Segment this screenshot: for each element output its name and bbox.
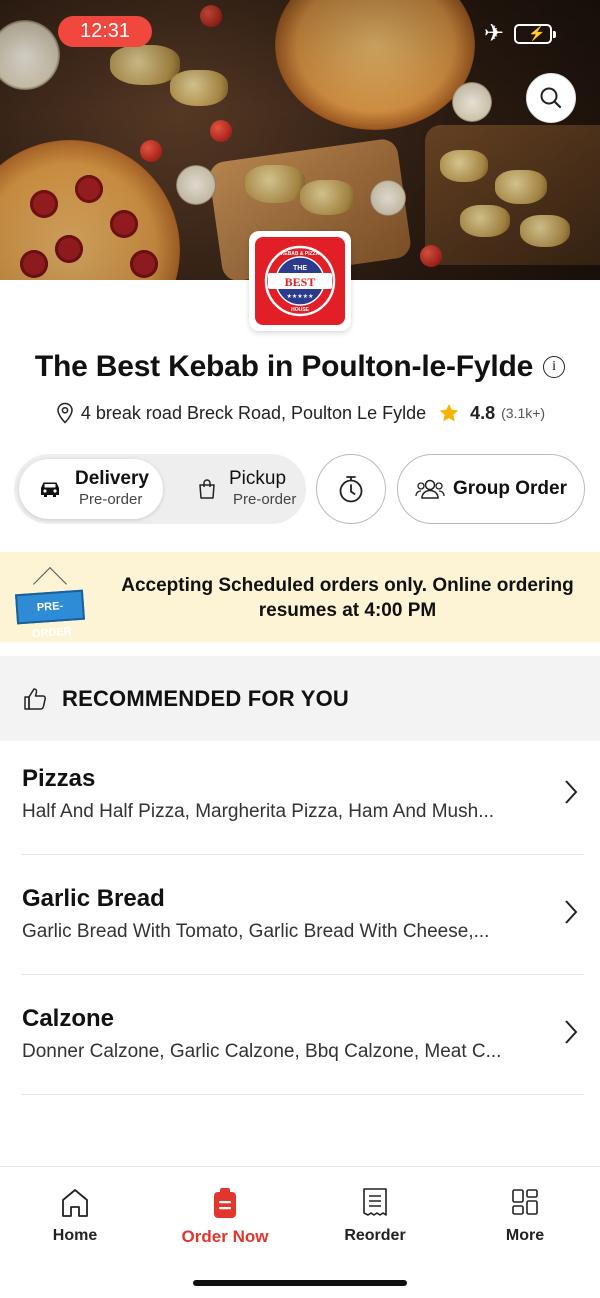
category-items: Donner Calzone, Garlic Calzone, Bbq Calz… bbox=[22, 1041, 502, 1062]
nav-home[interactable]: Home bbox=[0, 1187, 150, 1245]
nav-reorder[interactable]: Reorder bbox=[300, 1187, 450, 1245]
order-bag-icon bbox=[214, 1188, 236, 1218]
battery-icon: ⚡ bbox=[514, 24, 556, 44]
order-mode-toggle: Delivery Pre-order Pickup Pre-order bbox=[14, 454, 306, 524]
logo-emblem: THE BEST KEBAB & PIZZA HOUSE ★★★★★ bbox=[264, 245, 336, 317]
thumbs-up-icon bbox=[24, 687, 46, 710]
category-row[interactable]: Pizzas Half And Half Pizza, Margherita P… bbox=[22, 735, 584, 855]
category-name: Pizzas bbox=[22, 765, 96, 792]
svg-text:HOUSE: HOUSE bbox=[291, 307, 309, 313]
category-row[interactable]: Calzone Donner Calzone, Garlic Calzone, … bbox=[22, 975, 584, 1095]
bag-icon bbox=[199, 479, 215, 499]
search-icon bbox=[540, 87, 562, 109]
delivery-label: Delivery bbox=[75, 468, 149, 489]
receipt-icon bbox=[363, 1188, 387, 1216]
category-name: Garlic Bread bbox=[22, 885, 165, 912]
category-row[interactable]: Garlic Bread Garlic Bread With Tomato, G… bbox=[22, 855, 584, 975]
category-items: Garlic Bread With Tomato, Garlic Bread W… bbox=[22, 921, 490, 942]
info-icon[interactable]: i bbox=[543, 356, 566, 378]
category-items: Half And Half Pizza, Margherita Pizza, H… bbox=[22, 801, 495, 822]
nav-order-now[interactable]: Order Now bbox=[150, 1187, 300, 1247]
recommended-title: RECOMMENDED FOR YOU bbox=[62, 685, 349, 711]
chevron-right-icon bbox=[565, 1020, 578, 1044]
banner-message: Accepting Scheduled orders only. Online … bbox=[121, 575, 574, 621]
restaurant-name: The Best Kebab in Poulton-le-Fylde bbox=[34, 350, 534, 383]
chevron-right-icon bbox=[565, 900, 578, 924]
nav-more-label: More bbox=[505, 1227, 545, 1244]
grid-icon bbox=[512, 1189, 538, 1215]
category-name: Calzone bbox=[22, 1005, 115, 1032]
pre-order-sign-icon: PRE-ORDER bbox=[15, 589, 85, 640]
stopwatch-icon bbox=[339, 476, 363, 503]
delivery-sub: Pre-order bbox=[79, 491, 143, 508]
group-icon bbox=[415, 479, 445, 499]
svg-text:★★★★★: ★★★★★ bbox=[287, 293, 314, 300]
svg-text:BEST: BEST bbox=[285, 275, 316, 289]
recommended-header: RECOMMENDED FOR YOU bbox=[0, 656, 600, 741]
delivery-option[interactable]: Delivery Pre-order bbox=[19, 459, 163, 519]
search-button[interactable] bbox=[526, 73, 576, 123]
rating-value: 4.8 bbox=[470, 402, 496, 423]
nav-more[interactable]: More bbox=[450, 1187, 600, 1245]
restaurant-title-row: The Best Kebab in Poulton-le-Fylde i bbox=[0, 350, 600, 384]
svg-text:KEBAB & PIZZA: KEBAB & PIZZA bbox=[281, 251, 320, 257]
car-icon bbox=[41, 482, 59, 497]
rating-count: (3.1k+) bbox=[501, 405, 546, 421]
home-indicator[interactable] bbox=[193, 1280, 407, 1286]
group-order-label: Group Order bbox=[452, 478, 567, 499]
nav-order-now-label: Order Now bbox=[181, 1227, 269, 1246]
nav-reorder-label: Reorder bbox=[344, 1227, 406, 1244]
schedule-button[interactable] bbox=[316, 454, 386, 524]
group-order-button[interactable]: Group Order bbox=[397, 454, 585, 524]
restaurant-address: 4 break road Breck Road, Poulton Le Fyld… bbox=[80, 402, 427, 423]
chevron-right-icon bbox=[565, 780, 578, 804]
home-icon bbox=[62, 1189, 88, 1217]
address-row: 4 break road Breck Road, Poulton Le Fyld… bbox=[0, 402, 600, 424]
nav-home-label: Home bbox=[52, 1227, 98, 1244]
restaurant-logo: THE BEST KEBAB & PIZZA HOUSE ★★★★★ bbox=[249, 231, 351, 331]
pickup-label: Pickup bbox=[229, 468, 287, 489]
status-time: 12:31 bbox=[58, 16, 152, 47]
status-icons: ✈ ⚡ bbox=[483, 20, 556, 47]
bottom-navigation: Home Order Now Reorder More bbox=[0, 1166, 600, 1298]
star-icon bbox=[439, 403, 459, 422]
pickup-sub: Pre-order bbox=[233, 491, 297, 508]
svg-text:THE: THE bbox=[293, 265, 307, 272]
airplane-mode-icon: ✈ bbox=[483, 20, 504, 47]
pickup-option[interactable]: Pickup Pre-order bbox=[179, 459, 304, 519]
location-pin-icon bbox=[57, 402, 73, 424]
